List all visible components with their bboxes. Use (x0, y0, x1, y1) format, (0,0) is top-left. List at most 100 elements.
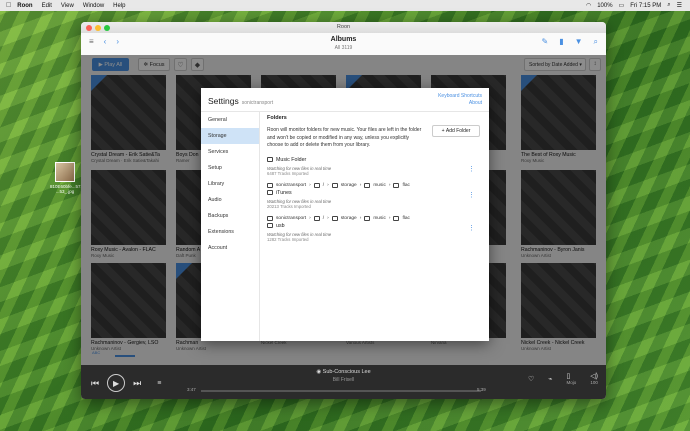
settings-nav-services[interactable]: Services (201, 144, 259, 160)
zoom-window-button[interactable] (104, 25, 110, 31)
more-options-icon[interactable]: ⋮ (468, 191, 475, 199)
settings-nav-setup[interactable]: Setup (201, 160, 259, 176)
image-thumbnail (55, 162, 75, 182)
total-time: 5:39 (477, 387, 486, 392)
storage-folder[interactable]: sonictransport › / › storage › music › flac iTune… (267, 182, 483, 209)
filter-icon[interactable]: ▼ (575, 37, 583, 47)
settings-nav-library[interactable]: Library (201, 176, 259, 192)
folder-icon (364, 215, 371, 221)
storage-folder[interactable]: Music Folder Watching for new files in re… (267, 157, 483, 176)
menu-edit[interactable]: Edit (42, 3, 52, 9)
path-segment: flac (402, 182, 410, 188)
window-titlebar: Roon (81, 22, 606, 33)
minimize-window-button[interactable] (95, 25, 101, 31)
search-icon[interactable]: ⌕ (667, 2, 670, 9)
chevron-right-icon: › (359, 215, 362, 221)
settings-nav-backups[interactable]: Backups (201, 208, 259, 224)
desktop-file-icon[interactable]: 810E60bfe...571 ...53_.jpg (50, 162, 84, 195)
zone-device-icon: ▯ (566, 373, 571, 380)
folders-heading: Folders (267, 115, 287, 121)
close-window-button[interactable] (86, 25, 92, 31)
add-folder-button[interactable]: + Add Folder (432, 125, 480, 137)
chevron-right-icon: › (388, 182, 391, 188)
settings-nav-storage[interactable]: Storage (201, 128, 259, 144)
zone-button[interactable]: ▯ Mojo (567, 372, 577, 385)
about-link[interactable]: About (438, 100, 482, 107)
folder-icon (393, 182, 400, 188)
settings-sidebar: General Storage Services Setup Library Audio B… (201, 112, 260, 341)
settings-header: Settings sonictransport Keyboard Shortcut… (201, 88, 489, 112)
menu-window[interactable]: Window (83, 3, 104, 9)
chevron-right-icon: › (359, 182, 362, 188)
page-title: Albums (330, 36, 357, 43)
clock[interactable]: Fri 7:15 PM (630, 3, 661, 9)
menu-list-icon[interactable]: ☰ (677, 2, 682, 9)
settings-dialog: Settings sonictransport Keyboard Shortcut… (201, 88, 489, 341)
chevron-right-icon: › (388, 215, 391, 221)
zone-name: Mojo (566, 380, 577, 385)
folder-icon (313, 215, 320, 221)
settings-nav-account[interactable]: Account (201, 240, 259, 256)
keyboard-shortcuts-link[interactable]: Keyboard Shortcuts (438, 93, 482, 100)
folder-track-count: 6487 Tracks Imported (267, 170, 309, 176)
apple-icon[interactable]:  (6, 2, 11, 9)
folder-name: usb (276, 222, 285, 229)
folder-icon (267, 223, 273, 228)
elapsed-time: 3:47 (187, 387, 196, 392)
heart-icon[interactable]: ♡ (528, 375, 534, 383)
battery-percent[interactable]: 100% (597, 3, 612, 9)
settings-nav-general[interactable]: General (201, 112, 259, 128)
path-segment: flac (402, 215, 410, 221)
folder-name: iTunes (276, 189, 292, 196)
album-count: All 3119 (334, 45, 353, 51)
folder-title: usb (267, 223, 483, 229)
computer-icon (267, 215, 273, 221)
settings-nav-extensions[interactable]: Extensions (201, 224, 259, 240)
chevron-right-icon: › (309, 182, 311, 188)
folder-path: sonictransport › / › storage › music › flac (267, 182, 483, 188)
folder-name: Music Folder (276, 156, 307, 163)
volume-button[interactable]: ◁) 100 (590, 372, 598, 385)
folder-icon (267, 190, 273, 195)
path-segment: sonictransport (276, 182, 307, 188)
folder-icon (393, 215, 400, 221)
folder-icon (313, 182, 320, 188)
menu-view[interactable]: View (61, 3, 74, 9)
settings-nav-audio[interactable]: Audio (201, 192, 259, 208)
search-icon[interactable]: ⌕ (594, 37, 598, 47)
seek-bar[interactable] (201, 390, 481, 392)
path-segment: / (322, 182, 325, 188)
folder-title: Music Folder (267, 157, 483, 163)
chevron-right-icon: › (327, 215, 329, 221)
more-options-icon[interactable]: ⋮ (468, 224, 475, 232)
wifi-icon[interactable]: ◠ (586, 2, 591, 9)
folder-icon (267, 157, 273, 162)
menu-app[interactable]: Roon (17, 3, 32, 9)
folder-track-count: 1282 Tracks Imported (267, 236, 309, 242)
menu-bar:  Roon Edit View Window Help ◠ 100% ▭ Fr… (0, 0, 690, 11)
radio-icon[interactable]: ⌁ (548, 375, 552, 383)
folder-icon (331, 182, 338, 188)
settings-title: Settings sonictransport (208, 96, 274, 106)
menu-help[interactable]: Help (113, 3, 125, 9)
path-segment: / (322, 215, 325, 221)
volume-level: 100 (590, 380, 598, 385)
edit-icon[interactable]: ✎ (541, 37, 548, 47)
path-segment: storage (340, 182, 357, 188)
chevron-right-icon: › (327, 182, 329, 188)
more-options-icon[interactable]: ⋮ (468, 165, 475, 173)
computer-icon (267, 182, 273, 188)
device-name: sonictransport (241, 100, 274, 106)
storage-panel: Folders + Add Folder Roon will monitor f… (267, 115, 483, 242)
bookmark-icon[interactable]: ▮ (559, 37, 563, 47)
folder-icon (331, 215, 338, 221)
path-segment: music (373, 182, 386, 188)
chevron-right-icon: › (309, 215, 311, 221)
folder-icon (364, 182, 371, 188)
storage-folder[interactable]: sonictransport › / › storage › music › flac usb Wa… (267, 215, 483, 242)
storage-description: Roon will monitor folders for new music.… (267, 127, 422, 148)
desktop-file-label: 810E60bfe...571 ...53_.jpg (50, 184, 84, 195)
speaker-icon: ◁) (590, 373, 598, 380)
player-bar: ⏮ ▶ ⏭ ≡ ◉ Sub-Conscious Lee Bill Frisell… (81, 365, 606, 399)
battery-icon[interactable]: ▭ (619, 2, 625, 9)
